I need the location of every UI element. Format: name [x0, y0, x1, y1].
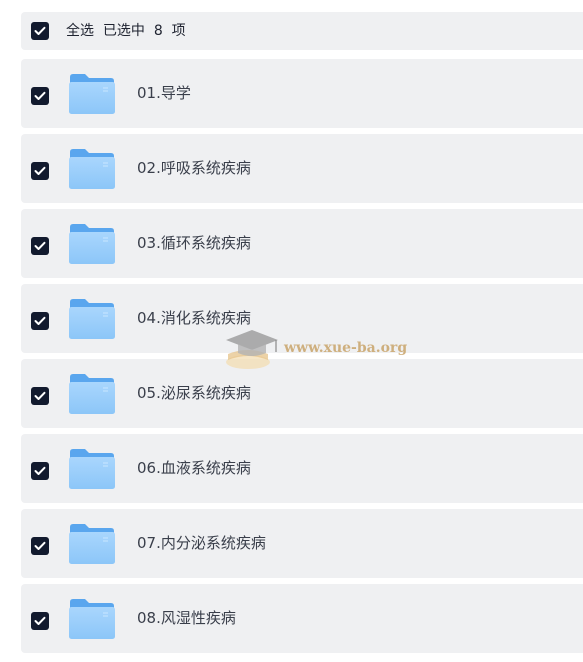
- checkmark-icon: [34, 391, 46, 400]
- folder-row[interactable]: 06.血液系统疾病: [21, 434, 583, 503]
- folder-name[interactable]: 03.循环系统疾病: [137, 209, 251, 278]
- folder-checkbox[interactable]: [31, 462, 49, 480]
- folder-icon: [69, 224, 115, 264]
- folder-name[interactable]: 07.内分泌系统疾病: [137, 509, 266, 578]
- checkmark-icon: [34, 466, 46, 475]
- folder-name[interactable]: 01.导学: [137, 59, 191, 128]
- folder-checkbox[interactable]: [31, 162, 49, 180]
- selected-unit: 项: [171, 23, 186, 39]
- select-all-label[interactable]: 全选: [66, 23, 94, 39]
- folder-icon: [69, 599, 115, 639]
- folder-icon: [69, 299, 115, 339]
- folder-name[interactable]: 05.泌尿系统疾病: [137, 359, 251, 428]
- folder-name[interactable]: 04.消化系统疾病: [137, 284, 251, 353]
- checkmark-icon: [34, 26, 46, 35]
- folder-name[interactable]: 06.血液系统疾病: [137, 434, 251, 503]
- checkmark-icon: [34, 166, 46, 175]
- folder-icon: [69, 374, 115, 414]
- checkmark-icon: [34, 316, 46, 325]
- select-all-checkbox[interactable]: [31, 22, 49, 40]
- folder-row[interactable]: 01.导学: [21, 59, 583, 128]
- checkmark-icon: [34, 241, 46, 250]
- folder-icon: [69, 149, 115, 189]
- folder-row[interactable]: 02.呼吸系统疾病: [21, 134, 583, 203]
- folder-checkbox[interactable]: [31, 612, 49, 630]
- select-all-bar: 全选 已选中 8 项: [21, 12, 583, 50]
- folder-row[interactable]: 07.内分泌系统疾病: [21, 509, 583, 578]
- folder-row[interactable]: 03.循环系统疾病: [21, 209, 583, 278]
- folder-checkbox[interactable]: [31, 312, 49, 330]
- folder-row[interactable]: 08.风湿性疾病: [21, 584, 583, 653]
- folder-name[interactable]: 08.风湿性疾病: [137, 584, 236, 653]
- folder-row[interactable]: 05.泌尿系统疾病: [21, 359, 583, 428]
- folder-icon: [69, 449, 115, 489]
- folder-checkbox[interactable]: [31, 537, 49, 555]
- file-list-page: 全选 已选中 8 项 01.导学 02.呼吸系统疾病 03.循环系统疾病 04.消化系…: [0, 0, 583, 662]
- folder-checkbox[interactable]: [31, 387, 49, 405]
- checkmark-icon: [34, 616, 46, 625]
- folder-icon: [69, 524, 115, 564]
- checkmark-icon: [34, 91, 46, 100]
- checkmark-icon: [34, 541, 46, 550]
- folder-row[interactable]: 04.消化系统疾病: [21, 284, 583, 353]
- folder-icon: [69, 74, 115, 114]
- folder-checkbox[interactable]: [31, 87, 49, 105]
- selected-text: 已选中: [102, 23, 145, 39]
- folder-checkbox[interactable]: [31, 237, 49, 255]
- folder-name[interactable]: 02.呼吸系统疾病: [137, 134, 251, 203]
- selected-count: 8: [153, 23, 163, 39]
- select-all-text: 全选 已选中 8 项: [66, 12, 186, 50]
